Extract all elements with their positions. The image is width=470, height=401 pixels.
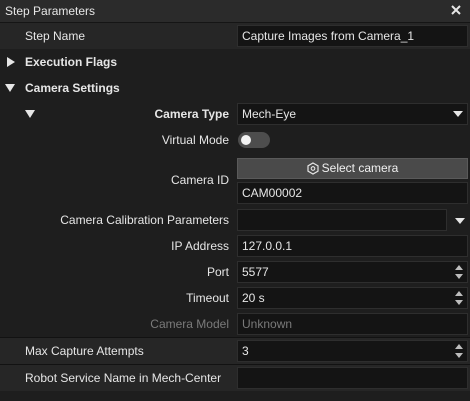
timeout-row: Timeout 20 s [0,285,470,311]
robot-service-label: Robot Service Name in Mech-Center [25,371,222,385]
toggle-knob [241,135,251,145]
camera-model-row: Camera Model Unknown [0,311,470,337]
camera-id-input[interactable]: CAM00002 [237,182,468,204]
panel-title: Step Parameters [5,4,96,18]
max-capture-spinbox[interactable]: 3 [237,340,468,362]
timeout-label: Timeout [186,291,229,305]
timeout-spinbox[interactable]: 20 s [237,287,468,309]
camera-id-row: Camera ID Select camera CAM00002 [0,153,470,207]
camera-type-select[interactable]: Mech-Eye [237,103,468,125]
robot-service-row: Robot Service Name in Mech-Center [0,365,470,391]
camera-type-row: Camera Type Mech-Eye [0,101,470,127]
camera-type-label: Camera Type [154,107,229,121]
max-capture-label: Max Capture Attempts [25,344,144,358]
hexagon-icon [307,162,319,175]
camera-settings-label: Camera Settings [25,81,120,95]
expand-right-icon[interactable] [6,57,16,67]
select-camera-label: Select camera [321,161,399,175]
step-name-input[interactable]: Capture Images from Camera_1 [237,25,468,47]
execution-flags-label: Execution Flags [25,55,118,69]
ip-address-label: IP Address [171,239,229,253]
robot-service-input[interactable] [237,367,468,389]
execution-flags-row[interactable]: Execution Flags [0,49,470,75]
collapse-down-icon[interactable] [5,83,15,93]
virtual-mode-row: Virtual Mode [0,127,470,153]
port-row: Port 5577 [0,259,470,285]
step-name-label: Step Name [25,29,86,43]
chevron-down-icon [453,111,463,117]
step-name-row: Step Name Capture Images from Camera_1 [0,23,470,49]
calibration-row: Camera Calibration Parameters [0,207,470,233]
calibration-select[interactable] [237,209,447,231]
ip-address-input[interactable]: 127.0.0.1 [237,235,468,257]
port-label: Port [206,265,229,279]
camera-settings-row[interactable]: Camera Settings [0,75,470,101]
port-spinbox[interactable]: 5577 [237,261,468,283]
chevron-down-icon[interactable] [455,217,465,225]
camera-id-label: Camera ID [170,173,229,187]
camera-model-field: Unknown [237,313,468,335]
max-capture-row: Max Capture Attempts 3 [0,338,470,364]
port-value: 5577 [242,265,269,279]
calibration-label: Camera Calibration Parameters [60,213,229,227]
spinner-arrows-icon[interactable] [455,264,463,280]
camera-type-value: Mech-Eye [242,107,297,121]
close-icon[interactable] [448,2,464,18]
ip-address-row: IP Address 127.0.0.1 [0,233,470,259]
timeout-value: 20 s [242,291,265,305]
camera-model-label: Camera Model [150,317,229,331]
spinner-arrows-icon[interactable] [455,290,463,306]
virtual-mode-label: Virtual Mode [161,133,229,147]
panel-titlebar: Step Parameters [0,0,470,23]
virtual-mode-toggle[interactable] [238,132,270,148]
spinner-arrows-icon[interactable] [455,343,463,359]
select-camera-button[interactable]: Select camera [237,158,468,179]
max-capture-value: 3 [242,344,249,358]
collapse-down-icon[interactable] [25,109,35,119]
